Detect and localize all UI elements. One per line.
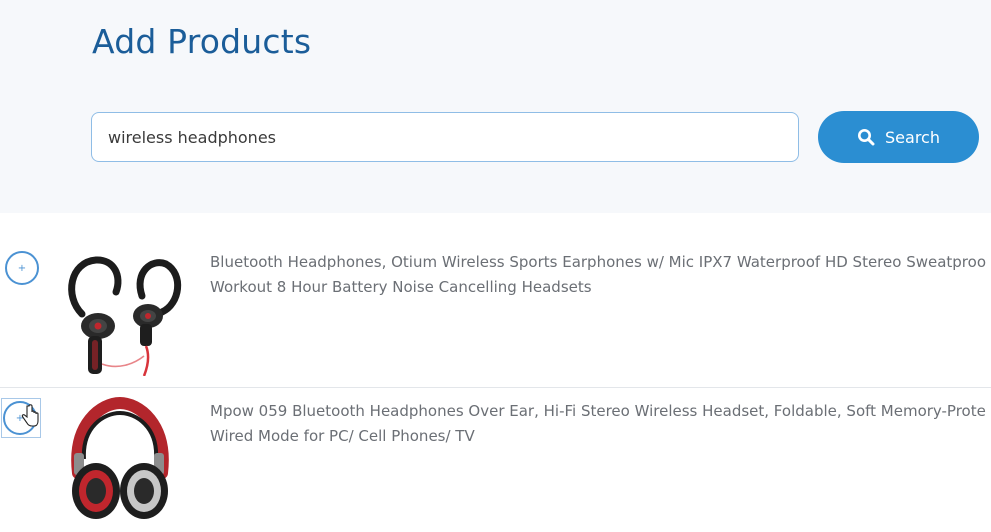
search-panel: Add Products Search [0,0,991,213]
page-title: Add Products [92,22,312,61]
hand-cursor-icon [21,404,39,427]
search-button[interactable]: Search [818,111,979,163]
product-description[interactable]: Bluetooth Headphones, Otium Wireless Spo… [210,250,986,300]
product-title-line2: Workout 8 Hour Battery Noise Cancelling … [210,278,592,296]
plus-icon: + [17,262,27,274]
product-row: + Bluetooth Headphones, Otium Wireless S… [0,228,991,386]
product-image-over-ear-headphones [71,397,169,519]
search-icon [858,129,875,146]
search-button-label: Search [885,127,940,147]
search-input[interactable] [91,112,799,162]
product-title-line1: Mpow 059 Bluetooth Headphones Over Ear, … [210,402,986,420]
product-description[interactable]: Mpow 059 Bluetooth Headphones Over Ear, … [210,399,986,449]
product-image-sports-earphones [68,256,182,376]
product-title-line1: Bluetooth Headphones, Otium Wireless Spo… [210,253,987,271]
product-row: + Mpow 059 Bluetooth Headphones Over Ear… [0,387,991,532]
product-title-line2: Wired Mode for PC/ Cell Phones/ TV [210,427,475,445]
add-product-button[interactable]: + [5,251,39,285]
